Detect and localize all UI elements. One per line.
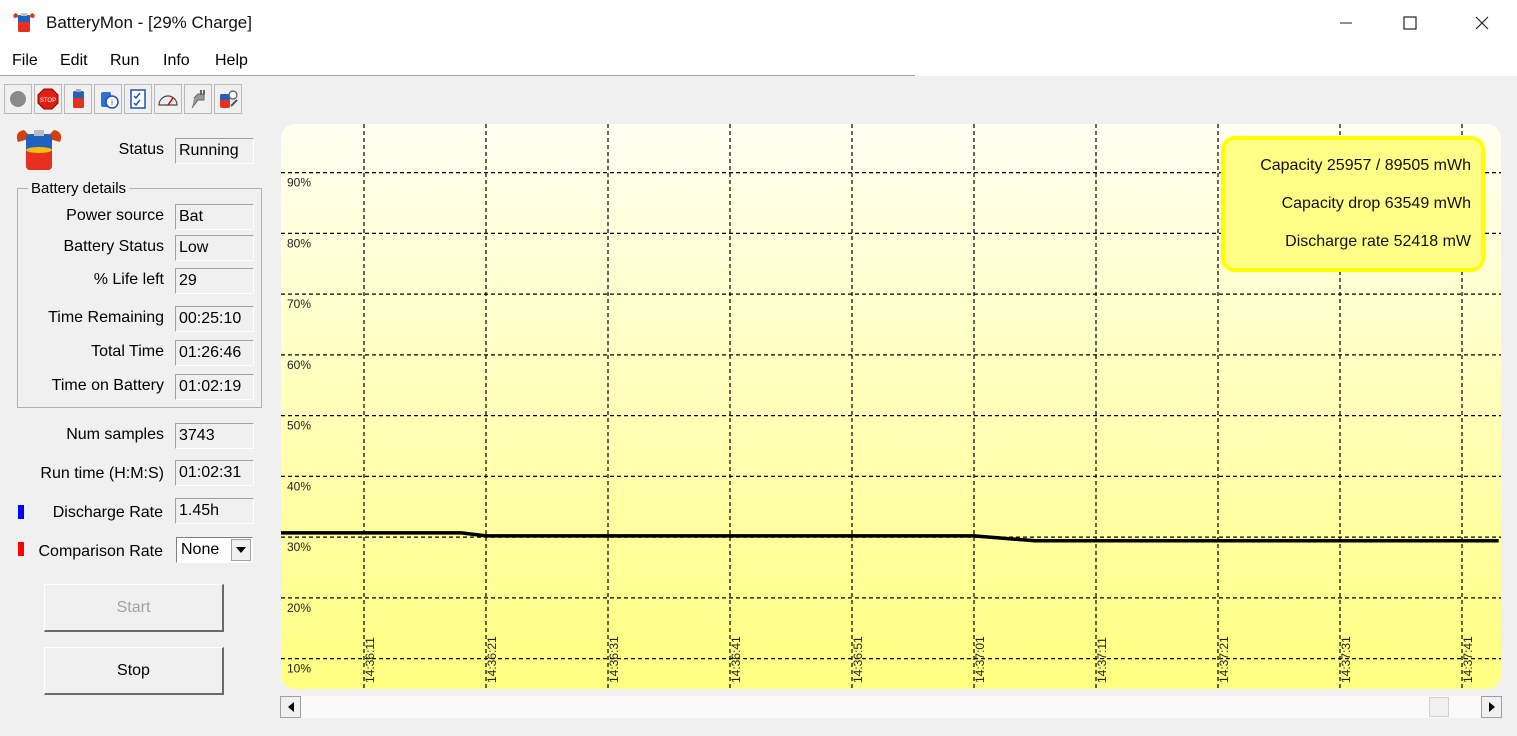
svg-text:STOP: STOP — [40, 98, 56, 104]
start-button[interactable]: Start — [44, 584, 224, 632]
close-icon — [1475, 16, 1489, 30]
toolbar-plug-button[interactable] — [184, 84, 212, 114]
window-title: BatteryMon - [29% Charge] — [46, 13, 252, 32]
y-tick-label: 80% — [287, 236, 311, 250]
close-button[interactable] — [1450, 0, 1514, 46]
y-tick-label: 30% — [287, 540, 311, 554]
gauge-icon — [158, 95, 178, 106]
plug-icon — [191, 90, 205, 109]
y-tick-label: 90% — [287, 176, 311, 190]
stop-button[interactable]: Stop — [44, 647, 224, 695]
comparison-rate-color-marker — [18, 542, 24, 556]
chevron-down-icon — [236, 547, 246, 553]
x-tick-label: 14:36:51 — [851, 636, 865, 683]
x-tick-label: 14:37:31 — [1339, 636, 1353, 683]
life-left-value: 29 — [175, 268, 254, 294]
x-tick-label: 14:36:31 — [607, 636, 621, 683]
minimize-button[interactable] — [1314, 0, 1378, 46]
menu-edit[interactable]: Edit — [60, 52, 88, 70]
battery-status-label: Battery Status — [63, 238, 165, 255]
y-tick-label: 50% — [287, 419, 311, 433]
battery-details-title: Battery details — [28, 180, 130, 197]
battery-icon — [73, 89, 84, 108]
x-tick-label: 14:37:01 — [973, 636, 987, 683]
time-on-battery-value: 01:02:19 — [175, 374, 254, 400]
time-remaining-label: Time Remaining — [48, 309, 164, 326]
power-source-value: Bat — [175, 204, 254, 230]
comparison-rate-selected: None — [181, 541, 220, 558]
menu-file[interactable]: File — [12, 52, 38, 70]
toolbar: STOP i — [4, 84, 244, 114]
battery-status-value: Low — [175, 235, 254, 261]
comparison-rate-label: Comparison Rate — [38, 543, 164, 560]
scroll-left-button[interactable] — [280, 696, 301, 718]
chart-horizontal-scrollbar[interactable] — [280, 696, 1502, 718]
menu-info[interactable]: Info — [163, 52, 190, 70]
scroll-right-button[interactable] — [1481, 696, 1502, 718]
checklist-icon — [130, 89, 146, 109]
chart-info-line: Capacity drop 63549 mWh — [1282, 195, 1471, 212]
toolbar-battery-settings-button[interactable] — [214, 84, 242, 114]
toolbar-battery-info-button[interactable]: i — [94, 84, 122, 114]
toolbar-gauge-button[interactable] — [154, 84, 182, 114]
status-label: Status — [118, 141, 164, 158]
stop-circle-icon — [10, 91, 26, 107]
discharge-rate-label: Discharge Rate — [52, 504, 163, 521]
time-remaining-value: 00:25:10 — [175, 306, 254, 332]
x-tick-label: 14:37:11 — [1095, 637, 1109, 683]
time-on-battery-label: Time on Battery — [51, 377, 164, 394]
num-samples-label: Num samples — [66, 426, 164, 443]
battery-settings-icon — [220, 90, 238, 108]
battery-info-icon: i — [101, 92, 119, 109]
power-source-label: Power source — [66, 207, 164, 224]
toolbar-checklist-button[interactable] — [124, 84, 152, 114]
x-tick-label: 14:37:41 — [1461, 636, 1475, 683]
battery-chart: 90% 80% 70% 60% 50% 40% 30% 20% 10% 14:36:11 14:3… — [278, 124, 1501, 689]
menu-help[interactable]: Help — [215, 52, 248, 70]
run-time-label: Run time (H:M:S) — [40, 465, 164, 482]
arrow-left-icon — [287, 702, 294, 712]
y-tick-label: 70% — [287, 297, 311, 311]
status-value: Running — [175, 138, 254, 164]
battery-logo-icon — [16, 130, 62, 170]
total-time-label: Total Time — [91, 343, 164, 360]
app-battery-icon — [13, 13, 35, 32]
scroll-thumb[interactable] — [1429, 697, 1449, 717]
maximize-button[interactable] — [1378, 0, 1442, 46]
stop-sign-icon: STOP — [37, 88, 59, 110]
y-tick-label: 10% — [287, 662, 311, 676]
toolbar-battery-button[interactable] — [64, 84, 92, 114]
x-tick-label: 14:36:11 — [363, 637, 377, 683]
chart-info-line: Capacity 25957 / 89505 mWh — [1260, 157, 1471, 174]
total-time-value: 01:26:46 — [175, 340, 254, 366]
y-tick-label: 60% — [287, 358, 311, 372]
arrow-right-icon — [1488, 702, 1495, 712]
y-tick-label: 20% — [287, 601, 311, 615]
title-bar: BatteryMon - [29% Charge] — [0, 0, 1517, 46]
menu-divider — [0, 75, 915, 76]
scroll-track[interactable] — [301, 696, 1481, 718]
discharge-rate-color-marker — [18, 505, 24, 519]
toolbar-stop-circle-button[interactable] — [4, 84, 32, 114]
menu-bar: File Edit Run Info Help — [0, 46, 1517, 76]
battery-chart-svg: 90% 80% 70% 60% 50% 40% 30% 20% 10% 14:36:11 14:3… — [278, 124, 1501, 689]
run-time-value: 01:02:31 — [175, 460, 254, 486]
menu-run[interactable]: Run — [110, 52, 139, 70]
maximize-icon — [1403, 16, 1417, 30]
chart-info-line: Discharge rate 52418 mW — [1285, 233, 1472, 250]
comparison-rate-select[interactable]: None — [176, 537, 253, 563]
y-tick-label: 40% — [287, 479, 311, 493]
x-tick-label: 14:36:41 — [729, 636, 743, 683]
svg-text:i: i — [111, 98, 113, 107]
minimize-icon — [1340, 22, 1352, 24]
discharge-rate-value: 1.45h — [175, 498, 254, 524]
x-tick-label: 14:36:21 — [485, 636, 499, 683]
comparison-rate-dropdown-button[interactable] — [231, 539, 251, 561]
x-tick-label: 14:37:21 — [1217, 636, 1231, 683]
num-samples-value: 3743 — [175, 423, 254, 449]
toolbar-stop-button[interactable]: STOP — [34, 84, 62, 114]
life-left-label: % Life left — [93, 271, 164, 288]
